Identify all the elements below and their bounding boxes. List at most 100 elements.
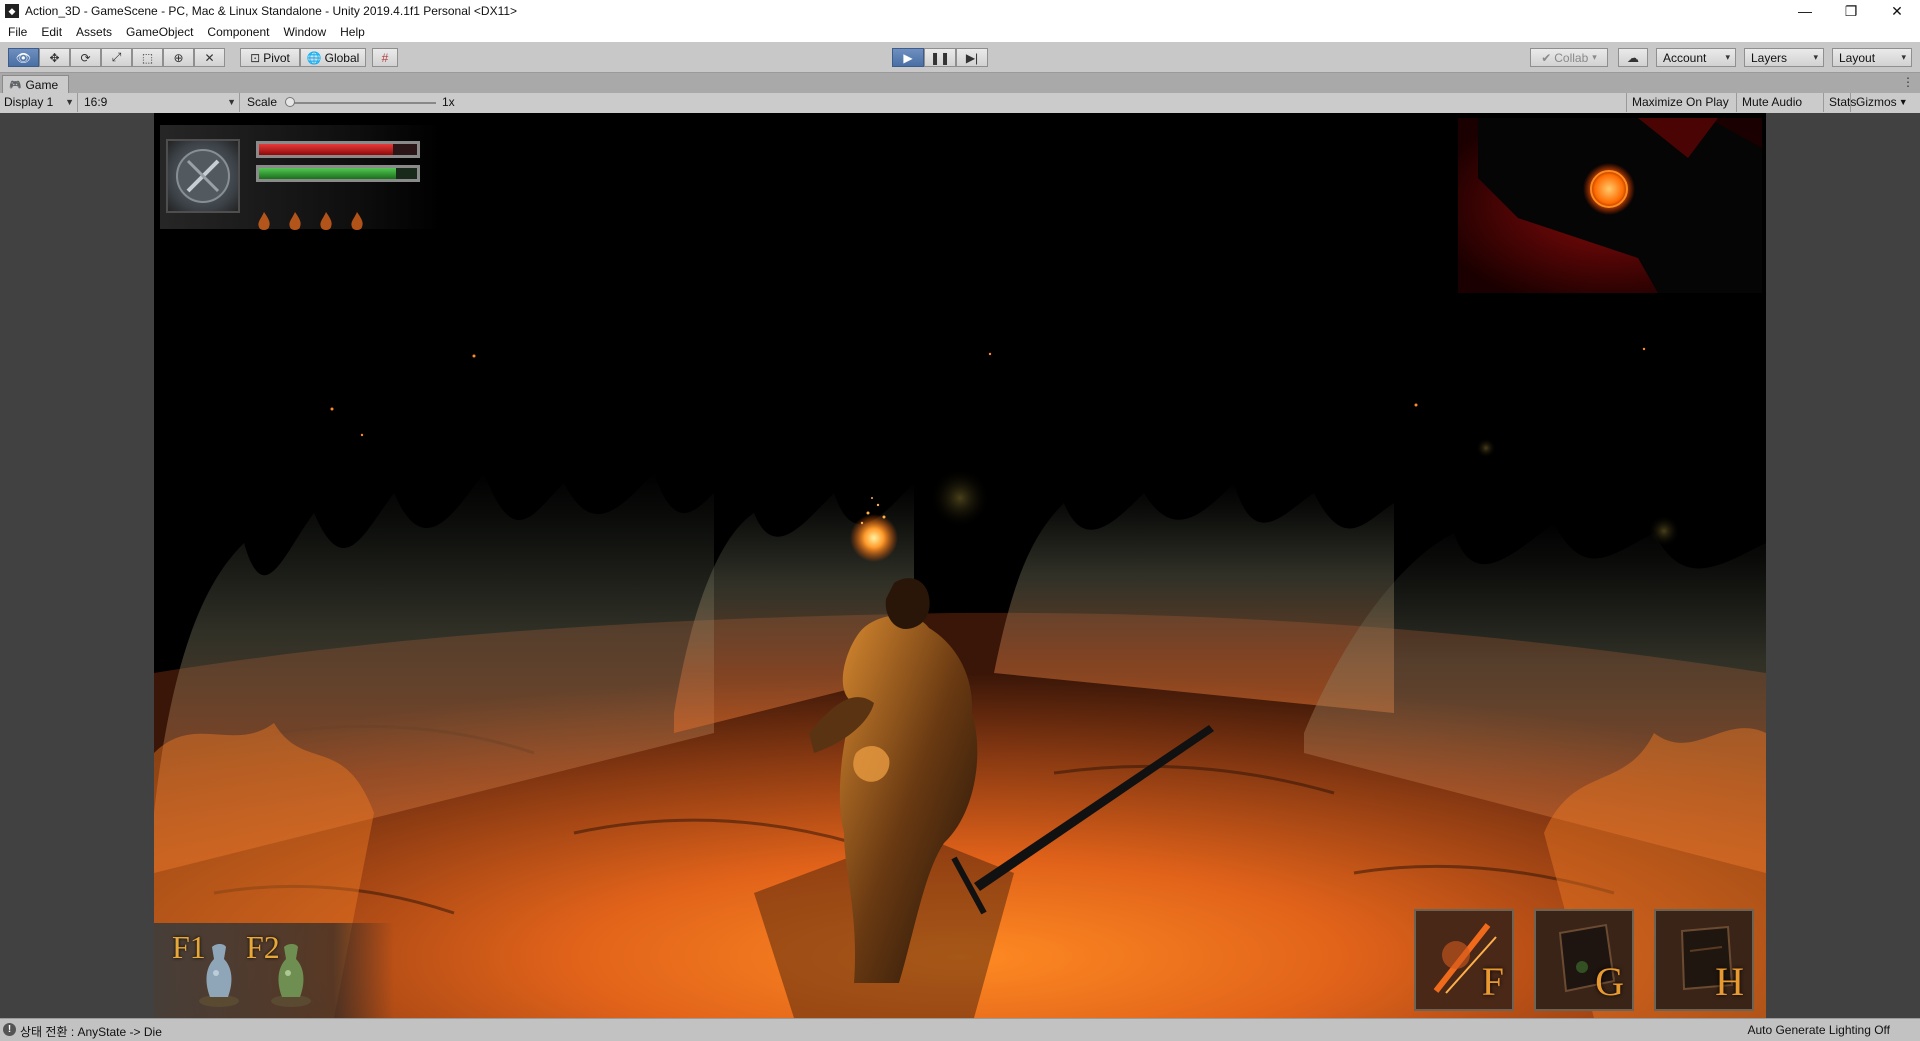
global-toggle-button[interactable]: 🌐 Global xyxy=(300,48,366,67)
scale-slider-thumb[interactable] xyxy=(285,97,295,107)
display-dropdown[interactable]: Display 1 ▼ xyxy=(0,93,78,112)
scale-slider-track[interactable] xyxy=(288,102,436,104)
aspect-dropdown[interactable]: 16:9 ▼ xyxy=(80,93,240,112)
transform-tool-button[interactable]: ⊕ xyxy=(163,48,194,67)
menu-file[interactable]: File xyxy=(0,22,34,42)
rotate-tool-button[interactable]: ⟳ xyxy=(70,48,101,67)
collab-dropdown[interactable]: ✔ Collab ▾ xyxy=(1530,48,1608,67)
console-message[interactable]: 상태 전환 : AnyState -> Die xyxy=(20,1023,162,1040)
gizmos-label: Gizmos xyxy=(1856,95,1897,109)
flame-slot-icon xyxy=(258,212,270,230)
globe-icon: 🌐 xyxy=(306,50,322,65)
step-button[interactable]: ▶| xyxy=(956,48,988,67)
title-bar: ◆ Action_3D - GameScene - PC, Mac & Linu… xyxy=(0,0,1920,22)
pivot-icon: ⊡ xyxy=(250,50,261,65)
play-icon: ▶ xyxy=(903,50,913,65)
restore-button[interactable]: ❐ xyxy=(1828,0,1874,22)
pause-icon: ❚❚ xyxy=(929,50,951,65)
menu-assets[interactable]: Assets xyxy=(69,22,119,42)
mute-audio-toggle[interactable]: Mute Audio xyxy=(1736,93,1807,112)
rect-tool-button[interactable]: ⬚ xyxy=(132,48,163,67)
eye-icon: 👁 xyxy=(15,50,32,65)
tools-icon: ✕ xyxy=(204,50,215,65)
move-arrows-icon: ✥ xyxy=(49,50,60,65)
skill-key-h: H xyxy=(1715,959,1744,1004)
game-render[interactable]: F1 F2 F G H xyxy=(154,113,1766,1018)
step-icon: ▶| xyxy=(965,50,979,65)
scale-value: 1x xyxy=(442,95,455,109)
menu-gameobject[interactable]: GameObject xyxy=(119,22,200,42)
chevron-down-icon: ▼ xyxy=(65,97,74,107)
layout-dropdown[interactable]: Layout ▾ xyxy=(1832,48,1912,67)
snap-button[interactable]: # xyxy=(372,48,398,67)
skill-slot-f[interactable]: F xyxy=(1414,909,1514,1011)
chevron-down-icon: ▼ xyxy=(227,97,236,107)
pivot-toggle-button[interactable]: ⊡ Pivot xyxy=(240,48,300,67)
game-view-toolbar: Display 1 ▼ 16:9 ▼ Scale 1x Maximize On … xyxy=(0,93,1920,114)
cloud-icon: ☁ xyxy=(1627,50,1639,65)
window-title: Action_3D - GameScene - PC, Mac & Linux … xyxy=(25,4,518,18)
account-label: Account xyxy=(1663,50,1707,65)
scale-icon: ⤢ xyxy=(111,50,122,64)
account-dropdown[interactable]: Account ▾ xyxy=(1656,48,1736,67)
skill-key-f: F xyxy=(1481,959,1504,1004)
menu-help[interactable]: Help xyxy=(333,22,372,42)
potion-flask-green-icon[interactable] xyxy=(268,937,314,1009)
flame-slot-icon xyxy=(289,212,301,230)
cloud-button[interactable]: ☁ xyxy=(1618,48,1648,67)
display-label: Display 1 xyxy=(4,95,54,109)
gizmos-dropdown[interactable]: Gizmos ▼ xyxy=(1850,93,1911,112)
gamepad-icon: 🎮 xyxy=(9,79,22,91)
chevron-down-icon: ▾ xyxy=(1725,52,1730,62)
chevron-down-icon: ▼ xyxy=(1898,97,1908,107)
pivot-label: Pivot xyxy=(263,50,290,65)
menu-bar: File Edit Assets GameObject Component Wi… xyxy=(0,22,1920,42)
aspect-label: 16:9 xyxy=(84,95,108,109)
tab-game-label: Game xyxy=(25,78,59,92)
chevron-down-icon: ▾ xyxy=(1901,52,1906,62)
info-icon: ! xyxy=(3,1023,16,1036)
play-button[interactable]: ▶ xyxy=(892,48,924,67)
pause-button[interactable]: ❚❚ xyxy=(924,48,956,67)
custom-tool-button[interactable]: ✕ xyxy=(194,48,225,67)
potion-flask-blue-icon[interactable] xyxy=(196,937,242,1009)
flame-slot-icon xyxy=(320,212,332,230)
player-status-panel xyxy=(160,125,440,230)
scale-label: Scale xyxy=(247,95,278,109)
game-viewport: F1 F2 F G H xyxy=(0,113,1920,1018)
layers-dropdown[interactable]: Layers ▾ xyxy=(1744,48,1824,67)
transform-icon: ⊕ xyxy=(173,50,184,65)
close-button[interactable]: ✕ xyxy=(1874,0,1920,22)
minimize-button[interactable]: — xyxy=(1782,0,1828,22)
stamina-bar xyxy=(256,165,420,182)
skill-slot-h[interactable]: H xyxy=(1654,909,1754,1011)
tab-game[interactable]: 🎮 Game xyxy=(2,75,70,94)
layers-label: Layers xyxy=(1751,50,1788,65)
health-bar-fill xyxy=(259,144,394,155)
minimap xyxy=(1458,118,1762,293)
crossed-swords-icon xyxy=(176,149,230,203)
potion-quickbar: F1 F2 xyxy=(154,923,394,1018)
flame-slot-icon xyxy=(351,212,363,230)
maximize-on-play-toggle[interactable]: Maximize On Play xyxy=(1626,93,1734,112)
checkmark-icon: ✔ xyxy=(1541,50,1552,65)
move-tool-button[interactable]: ✥ xyxy=(39,48,70,67)
lighting-status[interactable]: Auto Generate Lighting Off xyxy=(1747,1023,1890,1037)
chevron-down-icon: ▾ xyxy=(1813,52,1818,62)
view-tool-button[interactable]: 👁 xyxy=(8,48,39,67)
scale-tool-button[interactable]: ⤢ xyxy=(101,48,132,67)
menu-edit[interactable]: Edit xyxy=(34,22,69,42)
tab-options-icon[interactable]: ⋮ xyxy=(1902,75,1914,89)
minimap-render xyxy=(1458,118,1762,293)
collab-label: Collab xyxy=(1554,50,1589,65)
skill-slot-g[interactable]: G xyxy=(1534,909,1634,1011)
unity-logo-icon: ◆ xyxy=(5,4,19,18)
weapon-emblem xyxy=(166,139,240,213)
global-label: Global xyxy=(324,50,360,65)
menu-window[interactable]: Window xyxy=(276,22,333,42)
menu-component[interactable]: Component xyxy=(200,22,276,42)
grid-snap-icon: # xyxy=(381,50,389,65)
rotate-icon: ⟳ xyxy=(80,50,91,65)
main-toolbar: 👁 ✥ ⟳ ⤢ ⬚ ⊕ ✕ ⊡ Pivot 🌐 Global # ▶ ❚❚ ▶|… xyxy=(0,42,1920,73)
rect-icon: ⬚ xyxy=(141,50,154,65)
